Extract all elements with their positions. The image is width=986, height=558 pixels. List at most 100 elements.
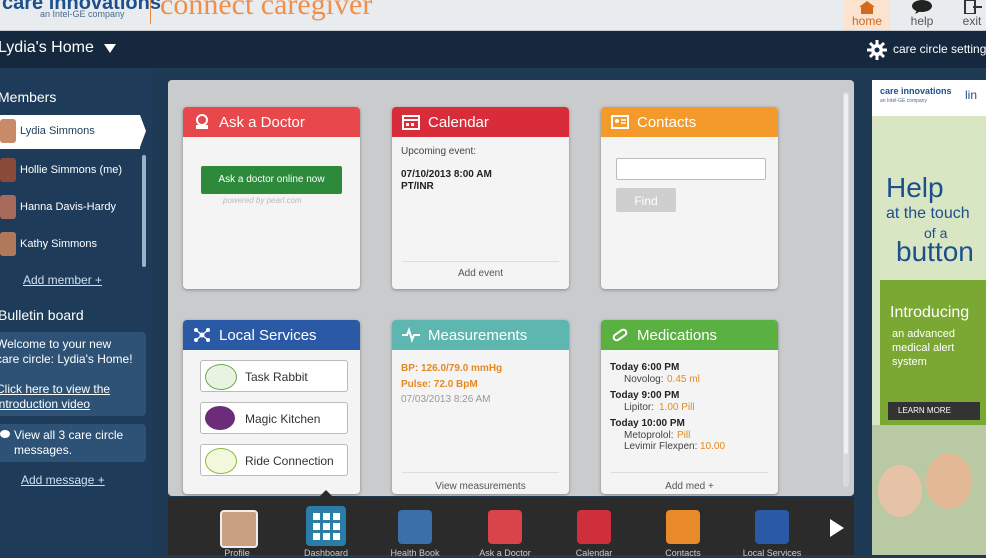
ask-doctor-online-button[interactable]: Ask a doctor online now (201, 166, 342, 194)
find-label: Find (634, 194, 658, 208)
nav-home-button[interactable]: home (844, 0, 890, 30)
contacts-icon[interactable] (666, 510, 700, 544)
ride-connection-button[interactable]: Ride Connection (200, 444, 348, 476)
local-services-card: Local Services Task Rabbit Magic Kitchen… (183, 320, 360, 494)
med-dose: 0.45 ml (667, 374, 700, 385)
view-all-line-2: messages. (14, 443, 73, 457)
card-title: Measurements (428, 327, 528, 344)
card-title: Ask a Doctor (219, 114, 305, 131)
learn-more-label: LEARN MORE (898, 406, 951, 415)
bulletin-welcome-line-2: care circle: Lydia's Home! (0, 352, 133, 366)
chat-bubble-icon (0, 430, 10, 438)
card-header: Ask a Doctor (183, 107, 360, 137)
member-item[interactable]: Hollie Simmons (me) (0, 154, 147, 188)
member-name: Hanna Davis-Hardy (20, 201, 116, 213)
subbar (0, 31, 986, 68)
gear-icon[interactable] (866, 39, 888, 61)
ad-desc-3: system (892, 356, 927, 368)
magic-kitchen-button[interactable]: Magic Kitchen (200, 402, 348, 434)
contact-search-input[interactable] (616, 158, 766, 180)
card-header: Local Services (183, 320, 360, 350)
divider (611, 472, 768, 473)
avatar (0, 119, 16, 143)
powered-by-text: powered by pearl.com (223, 196, 302, 205)
med-name: Levimir Flexpen: (624, 441, 698, 452)
ask-a-doctor-card: Ask a Doctor Ask a doctor online now pow… (183, 107, 360, 289)
ad-brand: care innovations (880, 86, 952, 96)
service-label: Magic Kitchen (245, 412, 321, 426)
nav-help-button[interactable]: help (898, 0, 946, 30)
view-all-messages[interactable]: View all 3 care circle messages. (0, 424, 146, 462)
upcoming-label: Upcoming event: (401, 146, 477, 157)
find-button[interactable]: Find (616, 188, 676, 212)
member-name: Hollie Simmons (me) (20, 164, 123, 176)
ask-doctor-icon[interactable] (488, 510, 522, 544)
ad-brand-sub: an Intel-GE company (880, 98, 927, 104)
ad-promo-panel: Introducing an advanced medical alert sy… (880, 280, 986, 425)
local-services-icon[interactable] (755, 510, 789, 544)
intro-video-link-line-1[interactable]: Click here to view the (0, 382, 110, 397)
ad-headline-4: button (896, 236, 974, 267)
exit-icon (964, 0, 982, 14)
divider (402, 472, 559, 473)
nav-exit-button[interactable]: exit (952, 0, 986, 30)
blood-pressure-value: BP: 126.0/79.0 mmHg (401, 363, 503, 374)
profile-icon[interactable] (220, 510, 258, 548)
member-item[interactable]: Kathy Simmons (0, 228, 147, 262)
home-icon (859, 1, 875, 14)
calendar-icon[interactable] (577, 510, 611, 544)
view-measurements-link[interactable]: View measurements (392, 481, 569, 492)
nav-home-label: home (851, 14, 883, 28)
scrollbar-thumb[interactable] (844, 94, 848, 454)
pill-icon (612, 328, 628, 342)
measurement-date: 07/03/2013 8:26 AM (401, 394, 491, 405)
add-event-link[interactable]: Add event (392, 268, 569, 279)
bulletin-welcome-line-1: Welcome to your new (0, 337, 112, 351)
med-time: Today 6:00 PM (610, 362, 680, 373)
health-book-icon[interactable] (398, 510, 432, 544)
card-header: Contacts (601, 107, 778, 137)
learn-more-button[interactable]: LEARN MORE (888, 402, 980, 420)
chevron-down-icon[interactable] (104, 44, 116, 53)
card-title: Local Services (219, 327, 317, 344)
add-med-link[interactable]: Add med + (601, 481, 778, 492)
service-label: Task Rabbit (245, 370, 308, 384)
advertisement-banner[interactable]: care innovations an Intel-GE company lin… (872, 80, 986, 555)
contacts-card: Contacts Find (601, 107, 778, 289)
med-dose: 1.00 Pill (659, 402, 695, 413)
task-rabbit-button[interactable]: Task Rabbit (200, 360, 348, 392)
view-all-line-1: View all 3 care circle (14, 428, 124, 442)
med-time: Today 10:00 PM (610, 418, 685, 429)
selected-indicator (140, 115, 146, 147)
med-dose: 10.00 (700, 441, 726, 452)
grid-glyph (313, 513, 340, 540)
ad-introducing: Introducing (890, 304, 970, 321)
avatar (0, 195, 16, 219)
card-title: Medications (637, 327, 718, 344)
member-item[interactable]: Hanna Davis-Hardy (0, 191, 147, 225)
event-date: 07/10/2013 8:00 AM (401, 169, 492, 180)
add-member-link[interactable]: Add member + (23, 273, 102, 287)
app-title: connect caregiver (160, 0, 373, 21)
service-label: Ride Connection (245, 454, 334, 468)
ride-connection-logo (205, 448, 237, 474)
bulletin-message[interactable]: Welcome to your new care circle: Lydia's… (0, 332, 146, 416)
members-scrollbar[interactable] (142, 155, 146, 267)
member-name: Lydia Simmons (20, 125, 95, 137)
care-circle-settings-link[interactable]: care circle settings (893, 42, 986, 56)
ad-headline-2: at the touch (886, 205, 970, 222)
intro-video-link-line-2[interactable]: introduction video (0, 397, 90, 412)
magic-kitchen-logo (205, 406, 235, 430)
contacts-card-icon (611, 115, 629, 129)
member-item[interactable]: Lydia Simmons (0, 115, 140, 149)
avatar (0, 232, 16, 256)
ad-brand-bar: care innovations an Intel-GE company lin (872, 80, 986, 116)
card-header: Calendar (392, 107, 569, 137)
add-message-link[interactable]: Add message + (21, 473, 105, 487)
bulletin-board-heading: Bulletin board (0, 307, 84, 323)
dashboard-grid-icon[interactable] (306, 506, 346, 546)
home-selector[interactable]: Lydia's Home (0, 39, 94, 57)
med-name: Metoprolol: (624, 430, 674, 441)
event-name: PT/INR (401, 181, 434, 192)
next-arrow-icon[interactable] (830, 519, 844, 537)
